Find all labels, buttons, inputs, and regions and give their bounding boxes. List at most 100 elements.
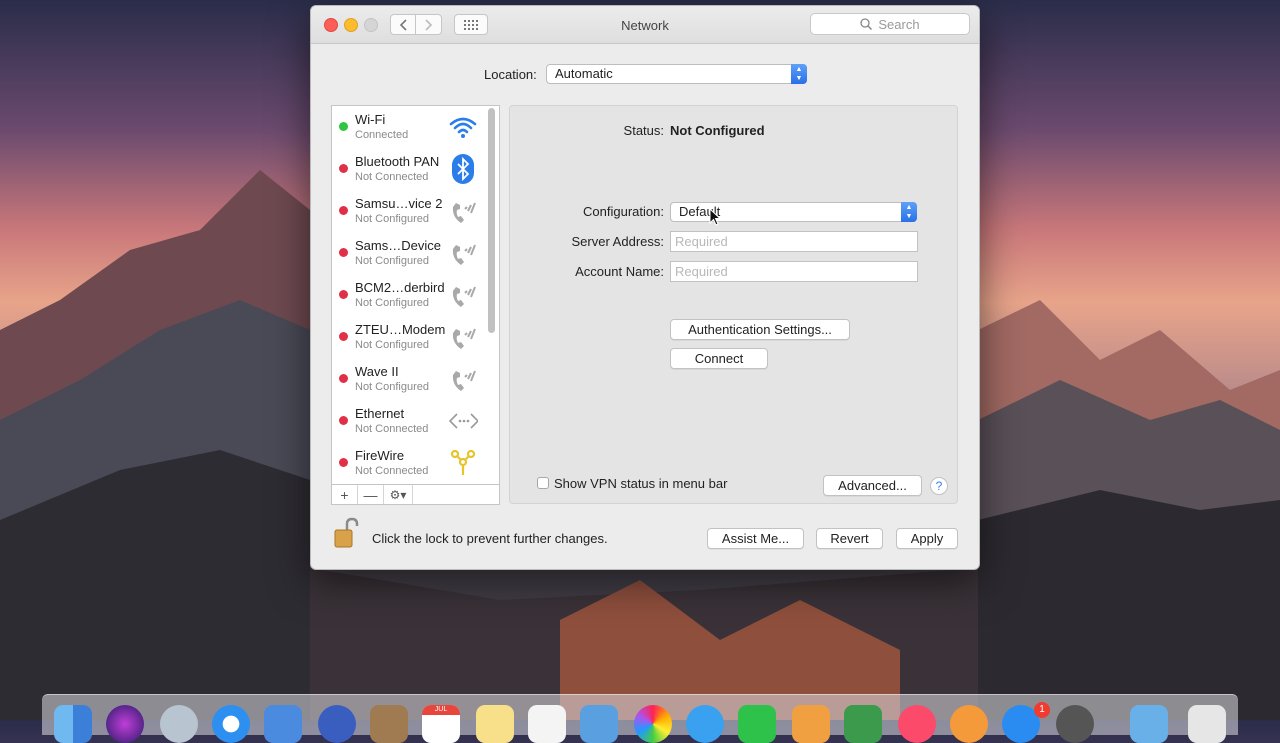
phone-icon (448, 323, 478, 351)
status-value: Not Configured (670, 123, 765, 138)
service-item-wave-ii[interactable]: Wave II Not Configured (332, 358, 482, 400)
service-item-wifi[interactable]: Wi-Fi Connected (332, 106, 482, 148)
stepper-arrows-icon: ▲ ▼ (901, 202, 917, 222)
gear-menu-button[interactable]: ⚙▾ (384, 485, 413, 504)
stepper-arrows-icon: ▲ ▼ (791, 64, 807, 84)
launchpad-icon[interactable] (160, 705, 198, 743)
account-name-label: Account Name: (575, 264, 664, 279)
ibooks-icon[interactable] (950, 705, 988, 743)
system-preferences-icon[interactable] (1056, 705, 1094, 743)
show-vpn-status-checkbox[interactable] (537, 477, 549, 489)
account-name-input[interactable]: Required (670, 261, 918, 282)
siri-icon[interactable] (106, 705, 144, 743)
safari-icon[interactable] (212, 705, 250, 743)
service-status: Not Configured (355, 381, 429, 393)
pages-icon[interactable] (792, 705, 830, 743)
messages-icon[interactable] (686, 705, 724, 743)
status-label: Status: (623, 123, 664, 138)
help-button[interactable]: ? (930, 477, 948, 495)
advanced-button[interactable]: Advanced... (823, 475, 922, 496)
service-name: Bluetooth PAN (355, 154, 440, 169)
assist-me-button[interactable]: Assist Me... (707, 528, 804, 549)
calendar-month: JUL (422, 705, 460, 715)
photos-icon[interactable] (634, 705, 672, 743)
service-detail-panel: Status: Not Configured Configuration: De… (509, 105, 958, 504)
search-field[interactable]: Search (810, 13, 970, 35)
add-service-button[interactable]: + (332, 485, 358, 504)
network-preferences-window: Network Search Location: Automatic ▲ ▼ Wi… (310, 5, 980, 570)
contacts-icon[interactable] (318, 705, 356, 743)
downloads-folder-icon[interactable] (1130, 705, 1168, 743)
wifi-icon (448, 113, 478, 141)
service-item-zteu-modem[interactable]: ZTEU…Modem Not Configured (332, 316, 482, 358)
service-status: Not Connected (355, 423, 429, 435)
itunes-icon[interactable] (898, 705, 936, 743)
location-label: Location: (484, 67, 537, 82)
service-name: Sams…Device (355, 238, 441, 253)
service-status: Not Configured (355, 213, 429, 225)
location-select[interactable]: Automatic ▲ ▼ (546, 64, 807, 84)
show-vpn-status-label: Show VPN status in menu bar (554, 476, 728, 491)
connect-button[interactable]: Connect (670, 348, 768, 369)
title-bar: Network Search (311, 6, 979, 44)
service-name: Wi-Fi (355, 112, 386, 127)
status-dot (339, 206, 348, 215)
location-value: Automatic (555, 66, 613, 81)
phone-icon (448, 197, 478, 225)
stickies-icon[interactable] (476, 705, 514, 743)
status-dot (339, 290, 348, 299)
reminders-icon[interactable] (528, 705, 566, 743)
service-item-samsung-device[interactable]: Sams…Device Not Configured (332, 232, 482, 274)
service-name: BCM2…derbird (355, 280, 445, 295)
notes-app-icon[interactable] (370, 705, 408, 743)
ethernet-icon (448, 407, 478, 435)
service-item-samsung-device-2[interactable]: Samsu…vice 2 Not Configured (332, 190, 482, 232)
dock: JUL (42, 694, 1238, 743)
lock-message: Click the lock to prevent further change… (372, 531, 608, 546)
search-icon (860, 18, 873, 30)
service-item-bcm2-thunderbird[interactable]: BCM2…derbird Not Configured (332, 274, 482, 316)
service-status: Not Configured (355, 297, 429, 309)
service-status: Not Configured (355, 255, 429, 267)
revert-button[interactable]: Revert (816, 528, 883, 549)
finder-icon[interactable] (54, 705, 92, 743)
apply-button[interactable]: Apply (896, 528, 958, 549)
bluetooth-icon (448, 154, 478, 184)
numbers-icon[interactable] (844, 705, 882, 743)
remove-service-button[interactable]: — (358, 485, 384, 504)
service-name: Ethernet (355, 406, 405, 421)
service-name: FireWire (355, 448, 405, 463)
phone-icon (448, 281, 478, 309)
app-store-badge: 1 (1034, 702, 1050, 718)
configuration-label: Configuration: (583, 204, 664, 219)
phone-icon (448, 239, 478, 267)
lock-icon[interactable] (333, 517, 359, 552)
configuration-select[interactable]: Default ▲ ▼ (670, 202, 917, 222)
service-name: Wave II (355, 364, 399, 379)
maps-icon[interactable] (580, 705, 618, 743)
service-name: Samsu…vice 2 (355, 196, 443, 211)
trash-icon[interactable] (1188, 705, 1226, 743)
phone-icon (448, 365, 478, 393)
server-address-input[interactable]: Required (670, 231, 918, 252)
service-item-bluetooth-pan[interactable]: Bluetooth PAN Not Connected (332, 148, 482, 190)
service-item-firewire[interactable]: FireWire Not Connected (332, 442, 482, 484)
service-list-scrollbar[interactable] (488, 108, 495, 333)
firewire-icon (448, 449, 478, 477)
status-dot (339, 332, 348, 341)
calendar-icon[interactable]: JUL (422, 705, 460, 743)
service-item-ethernet[interactable]: Ethernet Not Connected (332, 400, 482, 442)
service-list: Wi-Fi Connected Bluetooth PAN Not Connec… (331, 105, 500, 485)
service-status: Not Connected (355, 171, 429, 183)
status-dot (339, 122, 348, 131)
service-status: Not Connected (355, 465, 429, 477)
status-dot (339, 248, 348, 257)
status-dot (339, 458, 348, 467)
facetime-icon[interactable] (738, 705, 776, 743)
service-status: Connected (355, 129, 409, 141)
mouse-cursor-icon (709, 208, 721, 226)
authentication-settings-button[interactable]: Authentication Settings... (670, 319, 850, 340)
service-list-toolbar: + — ⚙▾ (331, 484, 500, 505)
mail-icon[interactable] (264, 705, 302, 743)
server-address-label: Server Address: (571, 234, 665, 249)
